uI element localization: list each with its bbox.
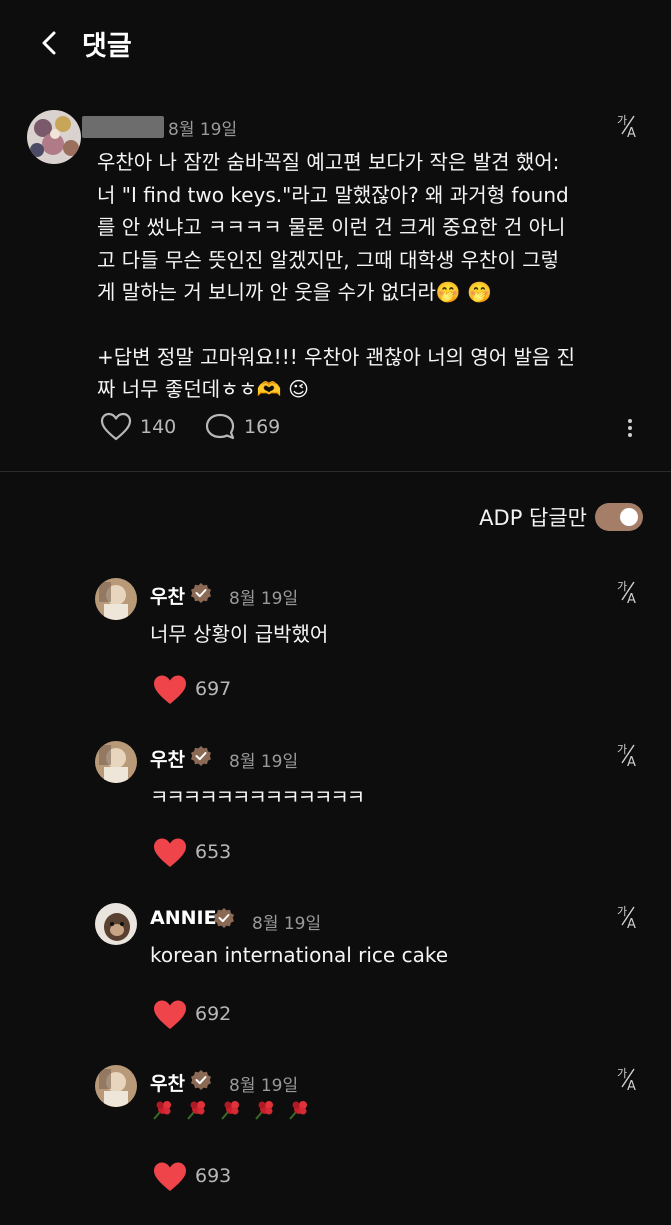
filter-toggle[interactable] [595,503,643,531]
more-vertical-icon[interactable] [620,416,640,440]
like-count: 653 [195,841,232,863]
reply-emoji-row [150,1099,310,1123]
reply-author[interactable]: 우찬 [150,745,185,772]
verified-badge-icon [191,1070,211,1090]
like-count: 692 [195,1003,232,1025]
heart-filled-icon[interactable] [153,999,187,1031]
back-arrow-icon[interactable] [34,26,64,60]
like-count: 693 [195,1165,232,1187]
reply-button[interactable]: 169 [204,412,280,442]
reply-text: 너무 상황이 급박했어 [150,622,329,646]
svg-text:가: 가 [617,1067,627,1080]
reply-date: 8월 19일 [229,752,299,772]
heart-outline-icon [100,412,132,441]
like-count: 697 [195,678,232,700]
avatar[interactable] [95,578,137,620]
flower-emoji-icon [187,1101,205,1120]
comment-body: 우찬아 나 잠깐 숨바꼭질 예고편 보다가 작은 발견 했어: 너 "I fin… [97,146,617,406]
flower-emoji-icon [153,1101,171,1120]
svg-text:A: A [627,126,636,138]
reply-date: 8월 19일 [252,914,322,934]
reply-date: 8월 19일 [229,589,299,609]
reply-item: ANNIE 8월 19일 가 A korean international ri… [0,903,671,1063]
svg-text:가: 가 [617,743,627,756]
filter-label: ADP 답글만 [479,506,587,530]
reply-text: korean international rice cake [150,943,449,967]
reply-item: 우찬 8월 19일 가 A 693 [0,1065,671,1225]
translate-icon[interactable]: 가 A [616,741,642,767]
translate-icon[interactable]: 가 A [616,112,642,138]
like-count: 140 [140,416,177,438]
artist-replies-filter: ADP 답글만 [479,502,643,532]
top-bar: 댓글 [0,0,671,88]
comment-text-paragraph-2: +답변 정말 고마워요!!! 우찬아 괜찮아 너의 영어 발음 진 짜 너무 좋… [97,344,576,402]
reply-item: 우찬 8월 19일 가 A 너무 상황이 급박했어 697 [0,578,671,738]
toggle-knob [620,508,638,526]
svg-text:가: 가 [617,905,627,918]
svg-text:가: 가 [617,580,627,593]
page-title: 댓글 [82,31,132,62]
author-name-redacted [82,116,164,138]
svg-text:A: A [627,592,636,604]
heart-filled-icon[interactable] [153,837,187,869]
svg-text:A: A [627,1079,636,1091]
translate-icon[interactable]: 가 A [616,903,642,929]
translate-icon[interactable]: 가 A [616,578,642,604]
heart-filled-icon[interactable] [153,1161,187,1193]
comment-date: 8월 19일 [168,120,238,140]
comment-text-paragraph-1: 우찬아 나 잠깐 숨바꼭질 예고편 보다가 작은 발견 했어: 너 "I fin… [97,150,569,304]
svg-text:가: 가 [617,114,627,127]
avatar[interactable] [95,1065,137,1107]
reply-author[interactable]: ANNIE [150,907,217,929]
flower-emoji-icon [255,1101,273,1120]
avatar[interactable] [27,110,81,164]
avatar[interactable] [95,741,137,783]
verified-badge-icon [214,908,234,928]
flower-emoji-icon [221,1101,239,1120]
reply-author[interactable]: 우찬 [150,582,185,609]
heart-filled-icon[interactable] [153,674,187,706]
translate-icon[interactable]: 가 A [616,1065,642,1091]
verified-badge-icon [191,746,211,766]
like-button[interactable]: 140 [100,412,176,442]
comment-count: 169 [244,416,281,438]
verified-badge-icon [191,583,211,603]
avatar[interactable] [95,903,137,945]
svg-text:A: A [627,917,636,929]
reply-text: ㅋㅋㅋㅋㅋㅋㅋㅋㅋㅋㅋㅋㅋ [150,785,365,809]
flower-emoji-icon [289,1101,307,1120]
reply-date: 8월 19일 [229,1076,299,1096]
reply-author[interactable]: 우찬 [150,1069,185,1096]
svg-text:A: A [627,755,636,767]
divider [0,471,671,472]
reply-item: 우찬 8월 19일 가 A ㅋㅋㅋㅋㅋㅋㅋㅋㅋㅋㅋㅋㅋ 653 [0,741,671,901]
comment-icon [205,413,235,440]
